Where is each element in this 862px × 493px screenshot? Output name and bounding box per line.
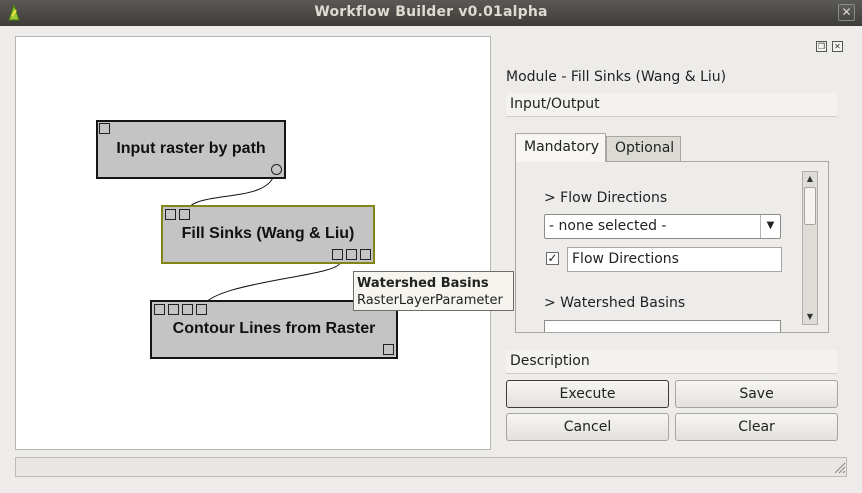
input-port-1[interactable]: [165, 209, 176, 220]
node-select-handle[interactable]: [99, 123, 110, 134]
combo-value: - none selected -: [549, 218, 667, 234]
output-port-2[interactable]: [346, 249, 357, 260]
node-fill-sinks[interactable]: Fill Sinks (Wang & Liu): [161, 205, 375, 264]
scroll-up-icon[interactable]: ▲: [803, 172, 817, 186]
output-port-1[interactable]: [332, 249, 343, 260]
float-dock-button[interactable]: ❐: [816, 41, 827, 52]
close-window-button[interactable]: ✕: [838, 4, 855, 21]
execute-button[interactable]: Execute: [506, 380, 669, 408]
clear-button[interactable]: Clear: [675, 413, 838, 441]
chevron-down-icon: ▼: [760, 215, 780, 238]
node-label: Input raster by path: [116, 140, 266, 157]
close-dock-button[interactable]: ✕: [832, 41, 843, 52]
input-port-2[interactable]: [179, 209, 190, 220]
node-input-raster[interactable]: Input raster by path: [96, 120, 286, 179]
float-icon: ❐: [817, 42, 826, 51]
output-port[interactable]: [271, 164, 282, 175]
window-title: Workflow Builder v0.01alpha: [314, 4, 548, 20]
workflow-canvas[interactable]: Input raster by path Fill Sinks (Wang & …: [15, 36, 491, 450]
input-port-4[interactable]: [196, 304, 207, 315]
watershed-basins-heading[interactable]: > Watershed Basins: [544, 295, 685, 311]
scroll-thumb[interactable]: [804, 187, 816, 225]
scroll-down-icon[interactable]: ▼: [803, 310, 817, 324]
input-port-3[interactable]: [182, 304, 193, 315]
cancel-button[interactable]: Cancel: [506, 413, 669, 441]
close-icon: ✕: [841, 5, 852, 19]
flow-directions-name-field[interactable]: Flow Directions: [567, 247, 782, 272]
node-label: Contour Lines from Raster: [172, 320, 376, 337]
input-port-2[interactable]: [168, 304, 179, 315]
tooltip-subtitle: RasterLayerParameter: [357, 293, 503, 308]
module-title: Module - Fill Sinks (Wang & Liu): [506, 69, 727, 85]
tab-mandatory[interactable]: Mandatory: [515, 133, 606, 162]
output-port[interactable]: [383, 344, 394, 355]
flow-directions-heading[interactable]: > Flow Directions: [544, 190, 667, 206]
description-section-header[interactable]: Description: [506, 350, 837, 374]
input-port-1[interactable]: [154, 304, 165, 315]
tab-optional[interactable]: Optional: [606, 136, 681, 162]
title-bar: Workflow Builder v0.01alpha ✕: [0, 0, 862, 26]
io-section-header[interactable]: Input/Output: [506, 93, 837, 117]
close-icon: ✕: [834, 42, 841, 51]
save-button[interactable]: Save: [675, 380, 838, 408]
resize-grip-icon[interactable]: [832, 460, 846, 474]
node-label: Fill Sinks (Wang & Liu): [181, 225, 355, 242]
watershed-combo-partial[interactable]: [544, 320, 781, 332]
flow-directions-checkbox[interactable]: ✓: [546, 252, 559, 265]
workflow-builder-window: Workflow Builder v0.01alpha ✕ Input rast…: [0, 0, 862, 493]
port-tooltip: Watershed Basins RasterLayerParameter: [353, 271, 514, 311]
output-port-3[interactable]: [360, 249, 371, 260]
params-scrollbar[interactable]: ▲ ▼: [802, 171, 818, 325]
tooltip-title: Watershed Basins: [357, 276, 489, 291]
status-bar: [15, 457, 847, 477]
flow-directions-combo[interactable]: - none selected - ▼: [544, 214, 781, 239]
